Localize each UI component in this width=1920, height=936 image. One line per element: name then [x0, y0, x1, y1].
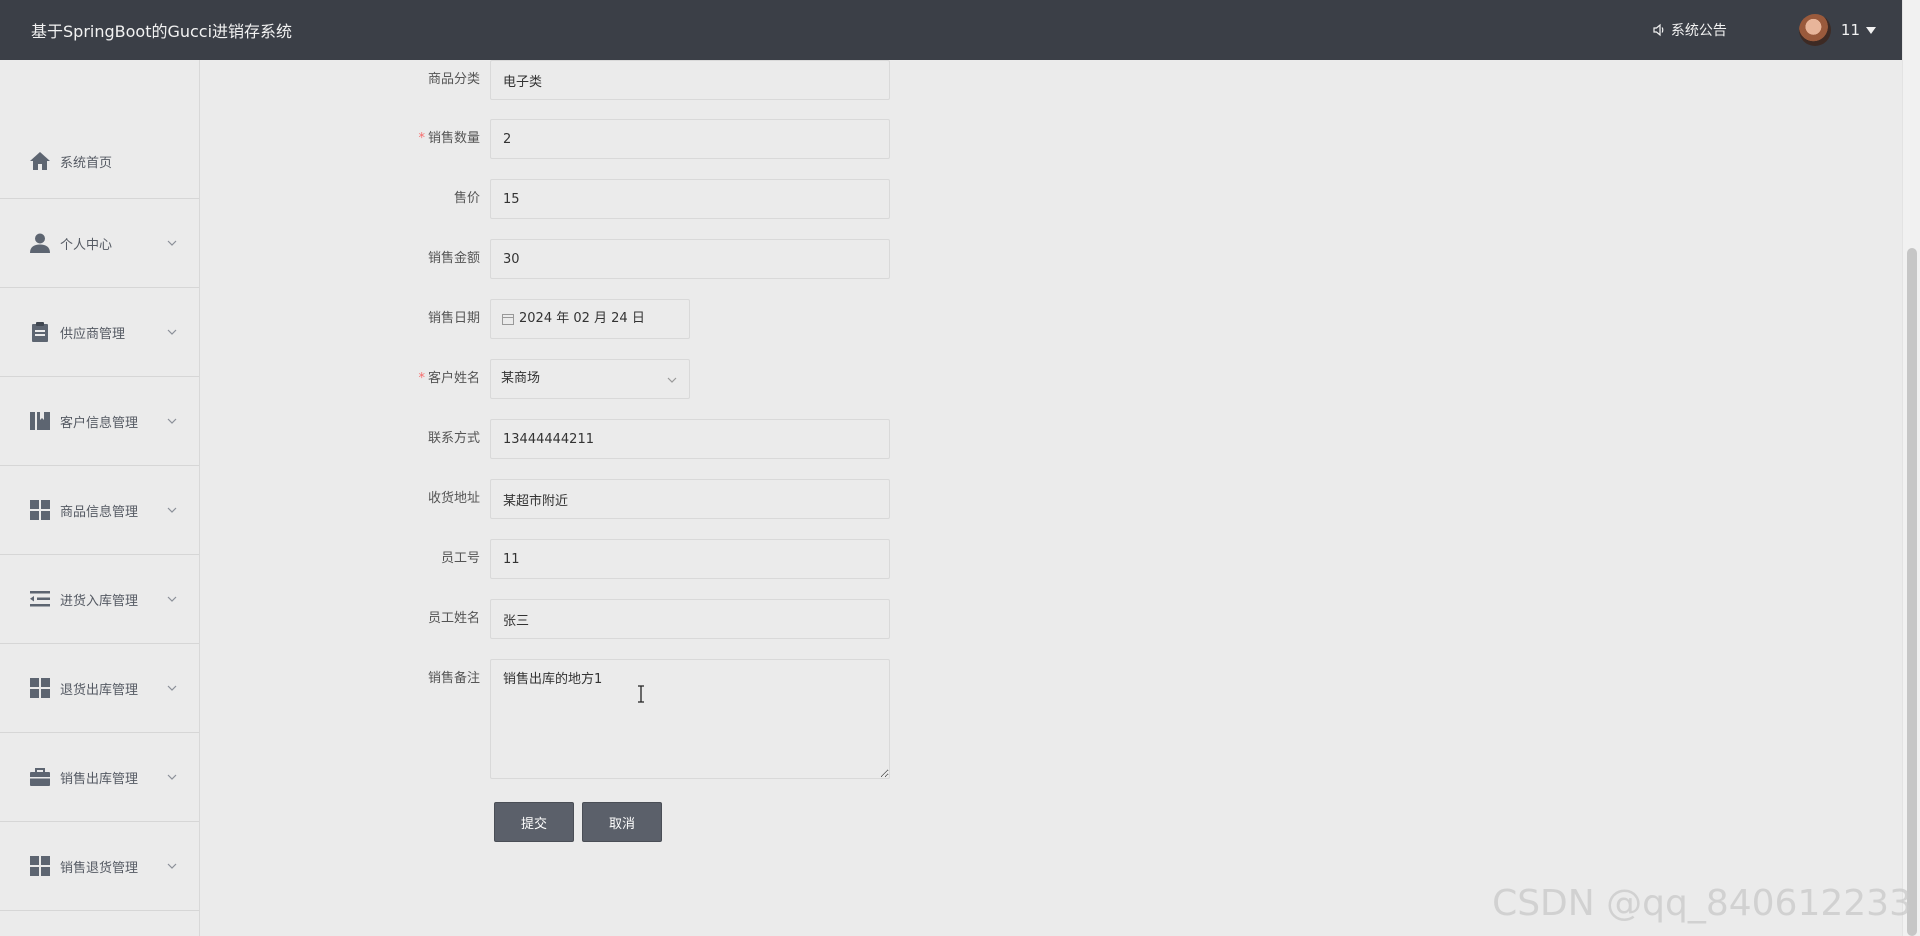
- form-row-employee-no: 员工号: [200, 539, 1000, 579]
- price-input[interactable]: [490, 179, 890, 219]
- user-name[interactable]: 11: [1841, 21, 1860, 39]
- user-icon: [29, 232, 51, 254]
- watermark: CSDN @qq_840612233: [1492, 883, 1912, 924]
- speaker-icon: [1653, 23, 1664, 37]
- date-label: 销售日期: [427, 311, 480, 326]
- remark-label: 销售备注: [427, 671, 480, 686]
- sidebar-item-label: 进货入库管理: [60, 593, 139, 609]
- sidebar-item-label: 退货出库管理: [60, 682, 139, 698]
- date-value: 2024 年 02 月 24 日: [519, 311, 645, 326]
- chevron-down-icon: [167, 774, 177, 780]
- sidebar-item-product[interactable]: 商品信息管理: [0, 466, 199, 555]
- price-label: 售价: [453, 191, 480, 206]
- chevron-down-icon: [167, 863, 177, 869]
- contact-label: 联系方式: [427, 431, 480, 446]
- sidebar-item-label: 客户信息管理: [60, 415, 139, 431]
- sidebar-item-label: 销售退货管理: [60, 860, 139, 876]
- sidebar-item-supplier[interactable]: 供应商管理: [0, 288, 199, 377]
- category-input[interactable]: [490, 60, 890, 100]
- required-mark: *: [418, 131, 425, 146]
- header-right: 系统公告 11: [1652, 14, 1876, 46]
- date-picker[interactable]: 2024 年 02 月 24 日: [490, 299, 690, 339]
- customer-label: * 客户姓名: [300, 359, 480, 399]
- chevron-down-icon: [167, 507, 177, 513]
- contact-input[interactable]: [490, 419, 890, 459]
- employee-no-label: 员工号: [440, 551, 480, 566]
- form-row-address: 收货地址: [200, 479, 1000, 519]
- system-notice-link[interactable]: 系统公告: [1652, 20, 1727, 40]
- grid-icon: [29, 855, 51, 877]
- form-row-remark: 销售备注 销售出库的地方1: [200, 659, 1000, 779]
- sidebar-menu: 系统首页 个人中心 供应商管理 客户信息管理 商品信息管理 进货入库管理 退货出…: [0, 124, 199, 911]
- quantity-label: * 销售数量: [300, 119, 480, 159]
- category-label: 商品分类: [427, 72, 480, 87]
- sidebar-item-label: 商品信息管理: [60, 504, 139, 520]
- form-row-customer: * 客户姓名 某商场: [200, 359, 1000, 399]
- grid-icon: [29, 499, 51, 521]
- sidebar-item-personal-center[interactable]: 个人中心: [0, 199, 199, 288]
- form-row-employee-name: 员工姓名: [200, 599, 1000, 639]
- sidebar-item-home[interactable]: 系统首页: [0, 124, 199, 199]
- remark-textarea[interactable]: 销售出库的地方1: [490, 659, 890, 779]
- form-row-category: 商品分类: [200, 60, 1000, 100]
- app-title: 基于SpringBoot的Gucci进销存系统: [31, 22, 293, 41]
- grid-icon: [29, 677, 51, 699]
- system-notice-label: 系统公告: [1670, 23, 1727, 39]
- form-row-contact: 联系方式: [200, 419, 1000, 459]
- address-label: 收货地址: [427, 491, 480, 506]
- customer-select-value: 某商场: [501, 371, 541, 386]
- submit-button[interactable]: 提交: [494, 802, 574, 842]
- chevron-down-icon: [167, 329, 177, 335]
- sidebar-item-return-out[interactable]: 退货出库管理: [0, 644, 199, 733]
- employee-name-input[interactable]: [490, 599, 890, 639]
- book-icon: [29, 410, 51, 432]
- employee-no-input[interactable]: [490, 539, 890, 579]
- page-scrollbar[interactable]: [1902, 0, 1920, 936]
- text-cursor-icon: [638, 685, 644, 703]
- sales-out-form: 商品分类 *销售数量 售价 销售金额 销售日期 2024 年 02 月 24 日…: [200, 60, 1902, 936]
- customer-label-text: 客户姓名: [427, 371, 480, 386]
- required-mark: *: [418, 371, 425, 386]
- sidebar-item-label: 供应商管理: [60, 326, 126, 342]
- sidebar-item-sales-out[interactable]: 销售出库管理: [0, 733, 199, 822]
- sidebar: 系统首页 个人中心 供应商管理 客户信息管理 商品信息管理 进货入库管理 退货出…: [0, 60, 200, 936]
- amount-input[interactable]: [490, 239, 890, 279]
- home-icon: [29, 150, 51, 172]
- calendar-icon: [502, 314, 514, 325]
- sidebar-item-label: 系统首页: [60, 155, 113, 171]
- chevron-down-icon: [167, 240, 177, 246]
- sidebar-item-customer[interactable]: 客户信息管理: [0, 377, 199, 466]
- sidebar-item-label: 销售出库管理: [60, 771, 139, 787]
- briefcase-icon: [29, 766, 51, 788]
- form-row-quantity: * 销售数量: [200, 119, 1000, 159]
- sidebar-item-purchase-in[interactable]: 进货入库管理: [0, 555, 199, 644]
- employee-name-label: 员工姓名: [427, 611, 480, 626]
- top-header: 基于SpringBoot的Gucci进销存系统 系统公告 11: [0, 0, 1902, 60]
- quantity-label-text: 销售数量: [427, 131, 480, 146]
- list-indent-icon: [29, 588, 51, 610]
- customer-select[interactable]: 某商场: [490, 359, 690, 399]
- address-input[interactable]: [490, 479, 890, 519]
- avatar[interactable]: [1798, 14, 1831, 46]
- form-row-amount: 销售金额: [200, 239, 1000, 279]
- amount-label: 销售金额: [427, 251, 480, 266]
- sidebar-item-label: 个人中心: [60, 237, 113, 253]
- sidebar-item-sales-return[interactable]: 销售退货管理: [0, 822, 199, 911]
- caret-down-icon[interactable]: [1866, 26, 1876, 34]
- cancel-button[interactable]: 取消: [582, 802, 662, 842]
- chevron-down-icon: [167, 685, 177, 691]
- scrollbar-thumb[interactable]: [1907, 248, 1917, 936]
- form-row-price: 售价: [200, 179, 1000, 219]
- chevron-down-icon: [667, 377, 677, 383]
- chevron-down-icon: [167, 418, 177, 424]
- quantity-input[interactable]: [490, 119, 890, 159]
- chevron-down-icon: [167, 596, 177, 602]
- form-row-date: 销售日期 2024 年 02 月 24 日: [200, 299, 1000, 339]
- clipboard-icon: [29, 321, 51, 343]
